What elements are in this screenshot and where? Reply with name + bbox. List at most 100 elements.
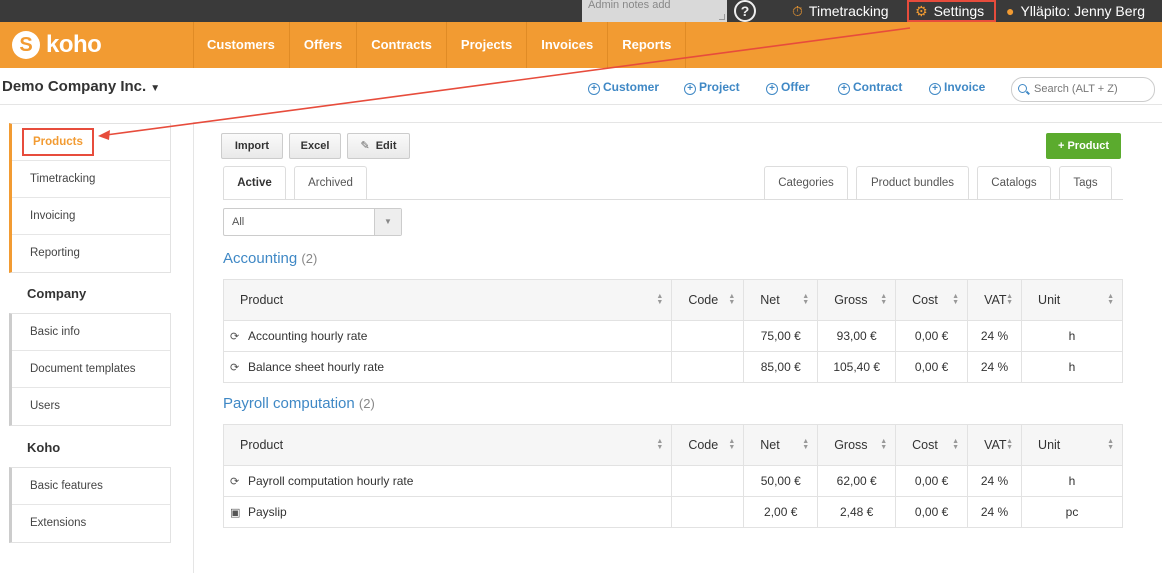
edit-label: Edit [375, 140, 397, 152]
sidebar-item-document-templates[interactable]: Document templates [12, 351, 170, 388]
sidebar-item-extensions[interactable]: Extensions [12, 505, 170, 542]
sidebar-item-products[interactable]: Products [12, 124, 170, 161]
quick-add-customer[interactable]: + Customer [588, 80, 659, 95]
column-header-cost[interactable]: Cost ▲ ▼ [895, 424, 969, 466]
search-placeholder: Search (ALT + Z) [1034, 83, 1118, 95]
nav-item-customers[interactable]: Customers [193, 22, 290, 68]
search-input[interactable]: Search (ALT + Z) [1011, 77, 1155, 102]
tab-categories[interactable]: Categories [764, 166, 848, 200]
recurring-icon: ⟳ [230, 476, 240, 488]
quick-add-offer[interactable]: + Offer [766, 80, 810, 95]
admin-notes-field[interactable]: Admin notes add [582, 0, 727, 22]
cell-cost: 0,00 € [895, 351, 969, 383]
main-navigation: S koho Customers Offers Contracts Projec… [0, 22, 1162, 68]
header-divider [0, 104, 1162, 105]
tab-tags[interactable]: Tags [1059, 166, 1112, 200]
sidebar-item-invoicing[interactable]: Invoicing [12, 198, 170, 235]
quick-add-label: Offer [781, 80, 810, 94]
quick-add-contract[interactable]: + Contract [838, 80, 902, 95]
nav-item-contracts[interactable]: Contracts [357, 22, 447, 68]
cell-product[interactable]: ⟳ Accounting hourly rate [222, 320, 673, 352]
sidebar-item-users[interactable]: Users [12, 388, 170, 425]
cell-vat: 24 % [967, 320, 1023, 352]
cell-product[interactable]: ⟳ Balance sheet hourly rate [222, 351, 673, 383]
resize-handle-icon[interactable] [719, 14, 725, 20]
column-header-unit[interactable]: Unit ▲ ▼ [1021, 279, 1123, 321]
column-header-net[interactable]: Net ▲ ▼ [743, 424, 819, 466]
sidebar-item-basic-features[interactable]: Basic features [12, 468, 170, 505]
sidebar-item-reporting[interactable]: Reporting [12, 235, 170, 272]
sort-icon: ▲ ▼ [880, 438, 888, 451]
column-header-gross[interactable]: Gross ▲ ▼ [817, 279, 897, 321]
products-table-payroll: Product ▲ ▼ Code ▲ ▼ Net ▲ ▼ Gross ▲ ▼ Cost ▲ ▼ VA… [222, 424, 1123, 528]
column-header-vat[interactable]: VAT ▲ ▼ [967, 424, 1023, 466]
cell-product[interactable]: ⟳ Payroll computation hourly rate [222, 465, 673, 497]
sort-icon: ▲ ▼ [728, 438, 736, 451]
import-button[interactable]: Import [221, 133, 283, 159]
tab-product-bundles[interactable]: Product bundles [856, 166, 969, 200]
sidebar-item-timetracking[interactable]: Timetracking [12, 161, 170, 198]
help-icon[interactable]: ? [734, 0, 756, 22]
section-count: (2) [358, 396, 375, 411]
cell-vat: 24 % [967, 351, 1023, 383]
tab-archived[interactable]: Archived [294, 166, 367, 200]
column-header-code[interactable]: Code ▲ ▼ [671, 424, 745, 466]
category-filter-value: All [232, 216, 245, 228]
sort-icon: ▲ ▼ [952, 293, 960, 306]
quick-add-project[interactable]: + Project [684, 80, 740, 95]
table-row[interactable]: ⟳ Balance sheet hourly rate 85,00 € 105,4… [222, 351, 1123, 383]
excel-button[interactable]: Excel [289, 133, 341, 159]
products-table-accounting: Product ▲ ▼ Code ▲ ▼ Net ▲ ▼ Gross ▲ ▼ Cost ▲ ▼ VA… [222, 279, 1123, 383]
chevron-down-icon: ▼ [374, 209, 401, 235]
company-selector[interactable]: Demo Company Inc. ▼ [2, 78, 160, 95]
table-row[interactable]: ⟳ Accounting hourly rate 75,00 € 93,00 € … [222, 320, 1123, 352]
category-filter-select[interactable]: All ▼ [223, 208, 402, 236]
column-header-product[interactable]: Product ▲ ▼ [222, 279, 673, 321]
cell-code [671, 496, 745, 528]
cell-code [671, 351, 745, 383]
sort-icon: ▲ ▼ [1107, 438, 1114, 451]
nav-item-projects[interactable]: Projects [447, 22, 528, 68]
koho-logo[interactable]: S koho [12, 30, 102, 60]
cell-vat: 24 % [967, 465, 1023, 497]
sort-icon: ▲ ▼ [1006, 293, 1014, 306]
section-name: Payroll computation [223, 395, 355, 412]
tab-catalogs[interactable]: Catalogs [977, 166, 1051, 200]
sidebar-koho-group: Basic features Extensions [9, 467, 171, 543]
add-product-button[interactable]: + Product [1046, 133, 1121, 159]
user-menu[interactable]: ● Ylläpito: Jenny Berg [1006, 0, 1145, 22]
column-header-code[interactable]: Code ▲ ▼ [671, 279, 745, 321]
timetracking-label: Timetracking [808, 3, 889, 19]
timetracking-link[interactable]: ⏱ Timetracking [792, 0, 889, 22]
sidebar-item-basic-info[interactable]: Basic info [12, 314, 170, 351]
column-header-vat[interactable]: VAT ▲ ▼ [967, 279, 1023, 321]
cell-product[interactable]: ▣ Payslip [222, 496, 673, 528]
section-name: Accounting [223, 250, 298, 267]
column-header-product[interactable]: Product ▲ ▼ [222, 424, 673, 466]
quick-add-invoice[interactable]: + Invoice [929, 80, 985, 95]
sort-icon: ▲ ▼ [656, 438, 664, 451]
column-header-net[interactable]: Net ▲ ▼ [743, 279, 819, 321]
nav-item-invoices[interactable]: Invoices [527, 22, 609, 68]
sort-icon: ▲ ▼ [802, 438, 810, 451]
column-header-cost[interactable]: Cost ▲ ▼ [895, 279, 969, 321]
nav-item-offers[interactable]: Offers [290, 22, 358, 68]
tab-active[interactable]: Active [223, 166, 286, 200]
section-title-accounting: Accounting (2) [223, 250, 317, 267]
company-name: Demo Company Inc. [2, 78, 147, 95]
column-header-unit[interactable]: Unit ▲ ▼ [1021, 424, 1123, 466]
table-row[interactable]: ▣ Payslip 2,00 € 2,48 € 0,00 € 24 % pc [222, 496, 1123, 528]
cell-net: 85,00 € [743, 351, 819, 383]
cell-vat: 24 % [967, 496, 1023, 528]
table-row[interactable]: ⟳ Payroll computation hourly rate 50,00 €… [222, 465, 1123, 497]
edit-button[interactable]: ✎ Edit [347, 133, 410, 159]
settings-link[interactable]: ⚙ Settings [907, 0, 997, 22]
user-icon: ● [1006, 3, 1015, 19]
plus-circle-icon: + [838, 83, 850, 95]
cell-unit: h [1021, 465, 1123, 497]
cell-cost: 0,00 € [895, 320, 969, 352]
box-icon: ▣ [230, 507, 241, 519]
nav-item-reports[interactable]: Reports [608, 22, 687, 68]
column-header-gross[interactable]: Gross ▲ ▼ [817, 424, 897, 466]
plus-circle-icon: + [588, 83, 600, 95]
